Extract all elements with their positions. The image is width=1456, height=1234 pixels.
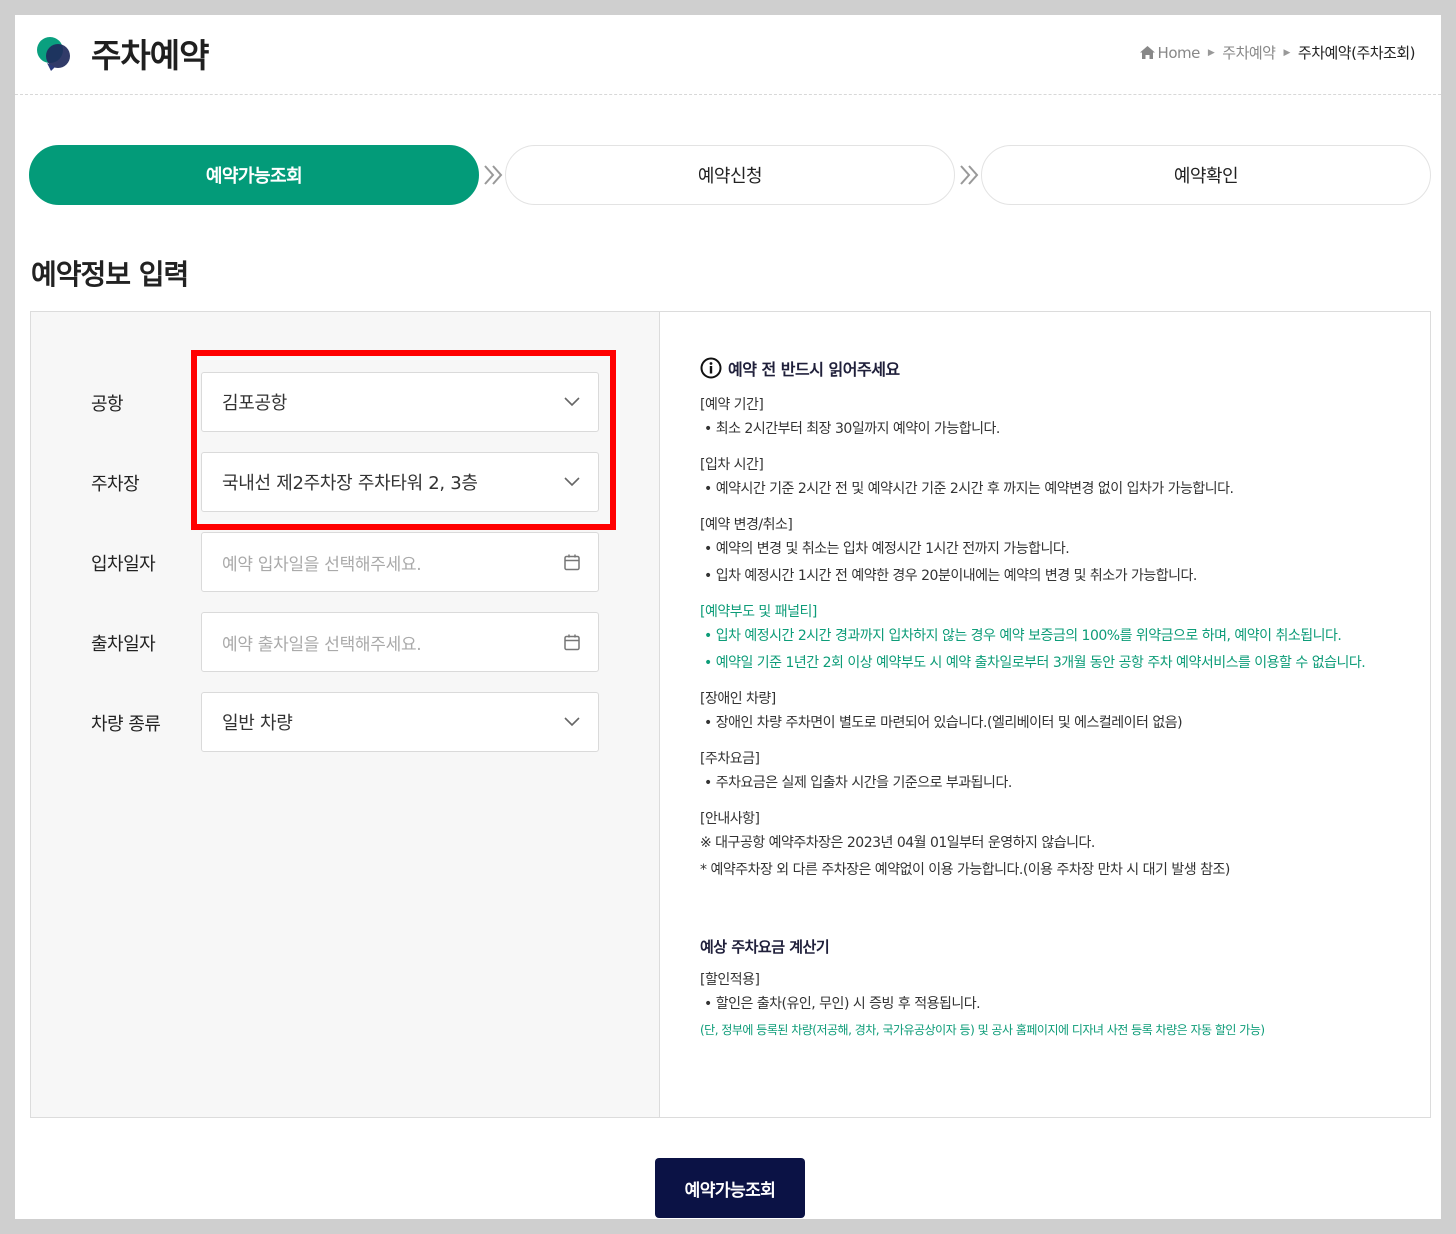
vehicle-type-label: 차량 종류: [91, 714, 161, 735]
entry-date-placeholder: 예약 입차일을 선택해주세요.: [222, 554, 422, 575]
header: 주차예약 Home ▶ 주차예약 ▶ 주차예약(주차조회): [15, 15, 1441, 95]
notice-heading: [안내사항]: [700, 811, 760, 827]
check-availability-button[interactable]: 예약가능조회: [655, 1158, 805, 1218]
logo-icon: [37, 37, 70, 71]
notice-line: • 예약일 기준 1년간 2회 이상 예약부도 시 예약 출차일로부터 3개월 …: [704, 655, 1366, 671]
notice-line: * 예약주차장 외 다른 주차장은 예약없이 이용 가능합니다.(이용 주차장 …: [700, 862, 1230, 878]
notice-line: • 주차요금은 실제 입출차 시간을 기준으로 부과됩니다.: [704, 775, 1012, 791]
notice-block-change-cancel: [예약 변경/취소] • 예약의 변경 및 취소는 입차 예정시간 1시간 전까…: [700, 514, 1400, 590]
page: 주차예약 Home ▶ 주차예약 ▶ 주차예약(주차조회) 예약가능조회 예약신…: [15, 15, 1441, 1219]
notice-heading: [예약 변경/취소]: [700, 517, 793, 533]
chevron-down-icon: [564, 397, 580, 407]
notice-line: • 예약시간 기준 2시간 전 및 예약시간 기준 2시간 후 까지는 예약변경…: [704, 481, 1234, 497]
notice-heading: [입차 시간]: [700, 457, 764, 473]
double-chevron-right-icon: [484, 165, 503, 185]
notice-block-entry-time: [입차 시간] • 예약시간 기준 2시간 전 및 예약시간 기준 2시간 후 …: [700, 454, 1400, 503]
double-chevron-right-icon: [960, 165, 979, 185]
discount-line: • 할인은 출차(유인, 무인) 시 증빙 후 적용됩니다.: [704, 996, 981, 1012]
notice-title: 예약 전 반드시 읽어주세요: [700, 356, 1400, 380]
breadcrumb-item-parking[interactable]: 주차예약: [1222, 42, 1276, 63]
airport-label: 공항: [91, 394, 124, 415]
step-confirmation: 예약확인: [981, 145, 1431, 205]
vehicle-type-select[interactable]: 일반 차량: [201, 692, 599, 752]
exit-date-placeholder: 예약 출차일을 선택해주세요.: [222, 634, 422, 655]
parking-label: 주차장: [91, 474, 140, 495]
exit-date-field[interactable]: 예약 출차일을 선택해주세요.: [201, 612, 599, 672]
page-title: 주차예약: [91, 36, 209, 75]
breadcrumb-home[interactable]: Home: [1139, 44, 1200, 62]
step-availability: 예약가능조회: [29, 145, 479, 205]
discount-heading: [할인적용]: [700, 972, 760, 988]
calendar-icon[interactable]: [564, 634, 580, 651]
info-icon: [700, 357, 722, 379]
discount-note: (단, 정부에 등록된 차량(저공해, 경차, 국가유공상이자 등) 및 공사 …: [700, 1023, 1265, 1037]
breadcrumb-separator-icon: ▶: [1283, 47, 1290, 58]
notice-block-penalty: [예약부도 및 패널티] • 입차 예정시간 2시간 경과까지 입차하지 않는 …: [700, 601, 1400, 677]
fee-calculator-title: 예상 주차요금 계산기: [700, 938, 830, 956]
step-application: 예약신청: [505, 145, 955, 205]
notice-heading: [장애인 차량]: [700, 691, 776, 707]
vehicle-type-value: 일반 차량: [222, 713, 293, 734]
entry-date-field[interactable]: 예약 입차일을 선택해주세요.: [201, 532, 599, 592]
parking-value: 국내선 제2주차장 주차타워 2, 3층: [222, 473, 478, 494]
notice-heading: [예약 기간]: [700, 397, 764, 413]
airport-value: 김포공항: [222, 393, 288, 414]
breadcrumb: Home ▶ 주차예약 ▶ 주차예약(주차조회): [1139, 42, 1416, 63]
calendar-icon[interactable]: [564, 554, 580, 571]
notice-line: • 예약의 변경 및 취소는 입차 예정시간 1시간 전까지 가능합니다.: [704, 541, 1070, 557]
notice-line: • 최소 2시간부터 최장 30일까지 예약이 가능합니다.: [704, 421, 1000, 437]
notice-block-period: [예약 기간] • 최소 2시간부터 최장 30일까지 예약이 가능합니다.: [700, 394, 1400, 443]
section-title: 예약정보 입력: [31, 258, 189, 291]
notice-heading: [주차요금]: [700, 751, 760, 767]
home-icon: [1139, 45, 1155, 59]
notice-block-disabled-vehicle: [장애인 차량] • 장애인 차량 주차면이 별도로 마련되어 있습니다.(엘리…: [700, 688, 1400, 737]
step-indicator: 예약가능조회 예약신청 예약확인: [29, 145, 1431, 205]
notice-block-guide: [안내사항] ※ 대구공항 예약주차장은 2023년 04월 01일부터 운영하…: [700, 808, 1400, 884]
breadcrumb-separator-icon: ▶: [1207, 47, 1215, 58]
notice-line: ※ 대구공항 예약주차장은 2023년 04월 01일부터 운영하지 않습니다.: [700, 835, 1095, 851]
notice-heading: [예약부도 및 패널티]: [700, 604, 817, 620]
chevron-down-icon: [564, 717, 580, 727]
chevron-down-icon: [564, 477, 580, 487]
notice-section: 예약 전 반드시 읽어주세요 [예약 기간] • 최소 2시간부터 최장 30일…: [700, 356, 1400, 1042]
exit-date-label: 출차일자: [91, 634, 156, 655]
reservation-panel: 공항 김포공항 주차장 국내선 제2주차장 주차타워 2, 3층 입차일자 예약…: [30, 311, 1431, 1118]
entry-date-label: 입차일자: [91, 554, 156, 575]
breadcrumb-current: 주차예약(주차조회): [1297, 44, 1416, 62]
reservation-form: 공항 김포공항 주차장 국내선 제2주차장 주차타워 2, 3층 입차일자 예약…: [31, 312, 660, 1117]
notice-line: • 입차 예정시간 1시간 전 예약한 경우 20분이내에는 예약의 변경 및 …: [704, 568, 1197, 584]
notice-block-fee: [주차요금] • 주차요금은 실제 입출차 시간을 기준으로 부과됩니다.: [700, 748, 1400, 797]
notice-line: • 입차 예정시간 2시간 경과까지 입차하지 않는 경우 예약 보증금의 10…: [704, 628, 1342, 644]
parking-select[interactable]: 국내선 제2주차장 주차타워 2, 3층: [201, 452, 599, 512]
notice-line: • 장애인 차량 주차면이 별도로 마련되어 있습니다.(엘리베이터 및 에스컬…: [704, 715, 1183, 731]
airport-select[interactable]: 김포공항: [201, 372, 599, 432]
